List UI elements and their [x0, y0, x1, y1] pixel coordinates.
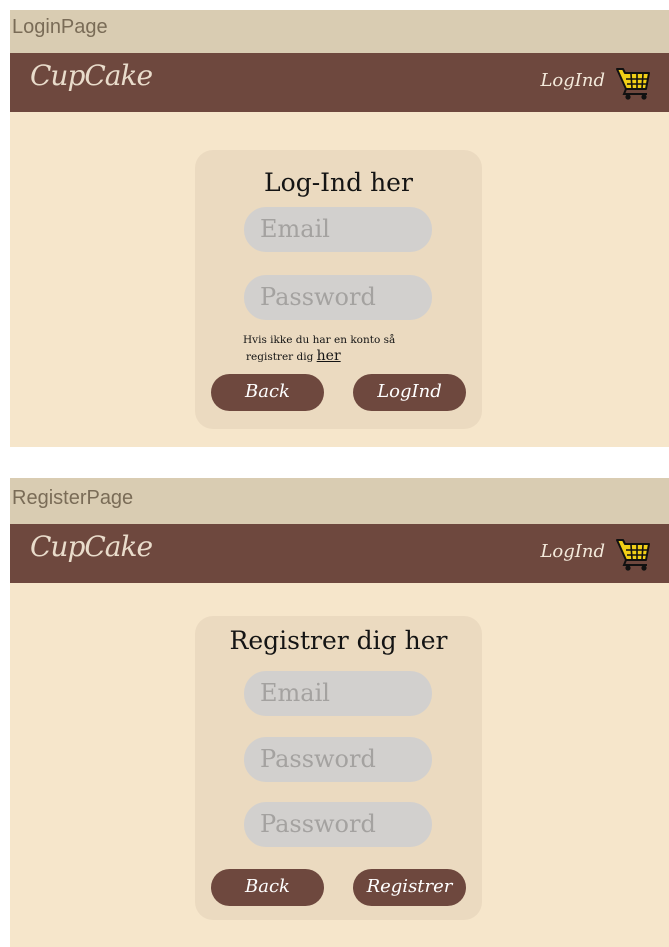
- back-button[interactable]: Back: [211, 869, 324, 906]
- hint-line-2: registrer dig: [246, 351, 314, 363]
- register-link[interactable]: her: [317, 348, 341, 364]
- login-page: CupCake LogInd Log-Ind her Email Passwor…: [10, 53, 669, 447]
- login-card: Log-Ind her Email Password Hvis ikke du …: [195, 150, 482, 429]
- shopping-cart-icon[interactable]: [615, 536, 653, 572]
- navbar: CupCake LogInd: [10, 53, 669, 112]
- register-card: Registrer dig her Email Password Passwor…: [195, 616, 482, 920]
- login-button[interactable]: LogInd: [353, 374, 466, 411]
- back-button[interactable]: Back: [211, 374, 324, 411]
- login-title: Log-Ind her: [264, 168, 413, 197]
- navbar: CupCake LogInd: [10, 524, 669, 583]
- email-input[interactable]: Email: [244, 671, 432, 716]
- hint-line-1: Hvis ikke du har en konto så: [243, 334, 396, 346]
- password-input[interactable]: Password: [244, 275, 432, 320]
- nav-login-link[interactable]: LogInd: [540, 541, 605, 562]
- register-page: CupCake LogInd Registrer dig her Email P…: [10, 524, 669, 947]
- cupcake-logo[interactable]: CupCake: [30, 530, 153, 563]
- nav-login-link[interactable]: LogInd: [540, 70, 605, 91]
- email-input[interactable]: Email: [244, 207, 432, 252]
- password-input[interactable]: Password: [244, 737, 432, 782]
- register-title: Registrer dig her: [229, 626, 448, 655]
- frame-label-login: LoginPage: [10, 10, 669, 53]
- password-repeat-input[interactable]: Password: [244, 802, 432, 847]
- register-button[interactable]: Registrer: [353, 869, 466, 906]
- register-hint: Hvis ikke du har en konto så registrer d…: [243, 332, 463, 365]
- shopping-cart-icon[interactable]: [615, 65, 653, 101]
- frame-label-register: RegisterPage: [10, 478, 669, 524]
- cupcake-logo[interactable]: CupCake: [30, 59, 153, 92]
